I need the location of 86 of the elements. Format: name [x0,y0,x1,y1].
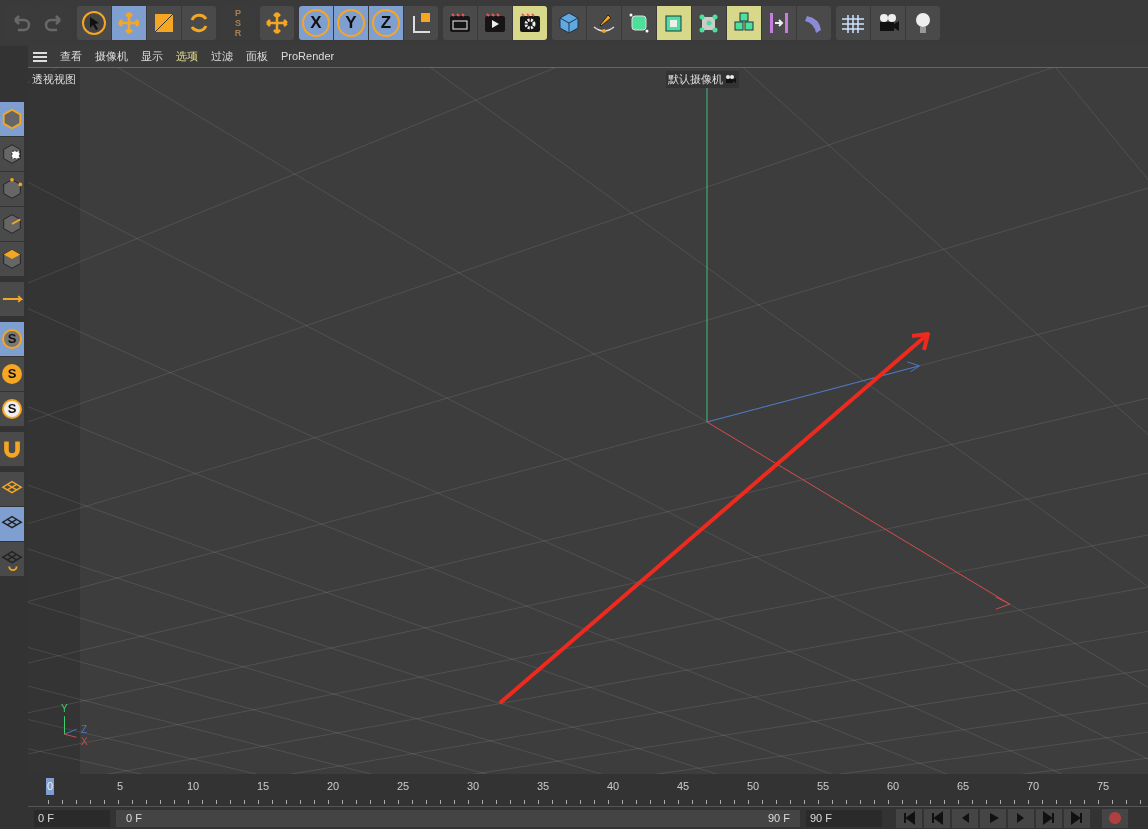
plane-rotate-button[interactable] [0,542,24,576]
floor-button[interactable] [836,6,870,40]
menu-icon[interactable] [33,50,47,63]
range-end: 90 F [768,810,790,826]
magnet-button[interactable] [0,432,24,466]
axis-lock-button[interactable]: Z [369,6,403,40]
frame-number: 30 [466,779,481,794]
frame-number: 0 [46,778,55,795]
end-frame-field[interactable]: 90 F [806,809,882,827]
frame-number: 25 [396,779,411,794]
frame-number: 20 [326,779,341,794]
move-icon [116,10,142,36]
transform-button[interactable] [260,6,294,40]
polygons-button[interactable] [0,242,24,276]
frame-number: 75 [1096,779,1111,794]
camera-button[interactable] [871,6,905,40]
render-view-button[interactable] [443,6,477,40]
points-button[interactable] [0,172,24,206]
snap-filled-button[interactable]: S [0,357,24,391]
axis-gizmo-icon [64,716,77,738]
prev-key-icon [930,811,944,825]
cubes-button[interactable] [727,6,761,40]
first-icon [902,811,916,825]
select-button[interactable] [77,6,111,40]
range-slider[interactable]: 0 F 90 F [116,809,800,827]
menu-item[interactable]: 查看 [60,48,82,65]
frame-number: 70 [1026,779,1041,794]
frame-cube-button[interactable] [657,6,691,40]
frame-number: 60 [886,779,901,794]
frame-number: 65 [956,779,971,794]
frame-number: 10 [186,779,201,794]
plane-grid-button[interactable] [0,507,24,541]
frame-number: 15 [256,779,271,794]
start-frame-field[interactable]: 0 F [34,809,110,827]
snap-light-button[interactable]: S [0,392,24,426]
axis-button[interactable] [0,282,24,316]
camera-icon [725,74,737,85]
menu-item[interactable]: 选项 [176,48,198,65]
view-name: 透视视图 [30,71,78,88]
x-axis-label: X [81,737,88,747]
menu-item[interactable]: 显示 [141,48,163,65]
light-button[interactable] [906,6,940,40]
texture-button[interactable] [0,137,24,171]
model-icon [0,106,24,132]
scale-button[interactable] [147,6,181,40]
frame-number: 5 [116,779,125,794]
last-icon [1070,811,1084,825]
bend-button[interactable] [797,6,831,40]
transform-icon [264,10,290,36]
select-icon [81,10,107,36]
subdivision-button[interactable] [622,6,656,40]
frame-number: 40 [606,779,621,794]
node-cube-button[interactable] [692,6,726,40]
range-start: 0 F [126,810,142,826]
edges-button[interactable] [0,207,24,241]
menu-item[interactable]: ProRender [281,48,335,65]
record-icon [1108,811,1122,825]
axis-lock-button[interactable]: X [299,6,333,40]
frame-number: 45 [676,779,691,794]
cube-button[interactable] [552,6,586,40]
edges-icon [0,211,24,237]
texture-icon [0,141,24,167]
polygons-icon [0,246,24,272]
menu-item[interactable]: 过滤 [211,48,233,65]
y-axis-label: Y [61,704,68,714]
rotate-button[interactable] [182,6,216,40]
render-button[interactable] [478,6,512,40]
menu-item[interactable]: 摄像机 [95,48,128,65]
z-axis-label: Z [81,725,88,735]
render-settings-button[interactable] [513,6,547,40]
axis-lock-button[interactable]: Y [334,6,368,40]
next-key-icon [1042,811,1056,825]
pen-button[interactable] [587,6,621,40]
menu-item[interactable]: 面板 [246,48,268,65]
cube-icon [556,10,582,36]
record-button[interactable] [1102,808,1128,828]
plane-outline-button[interactable] [0,472,24,506]
frame-number: 50 [746,779,761,794]
axis-icon [1,295,23,303]
frame-number: 35 [536,779,551,794]
snap-button[interactable]: S [0,322,24,356]
points-icon [0,176,24,202]
frame-number: 55 [816,779,831,794]
bars-button[interactable] [762,6,796,40]
coord-system-button[interactable] [404,6,438,40]
camera-name: 默认摄像机 [668,72,723,87]
